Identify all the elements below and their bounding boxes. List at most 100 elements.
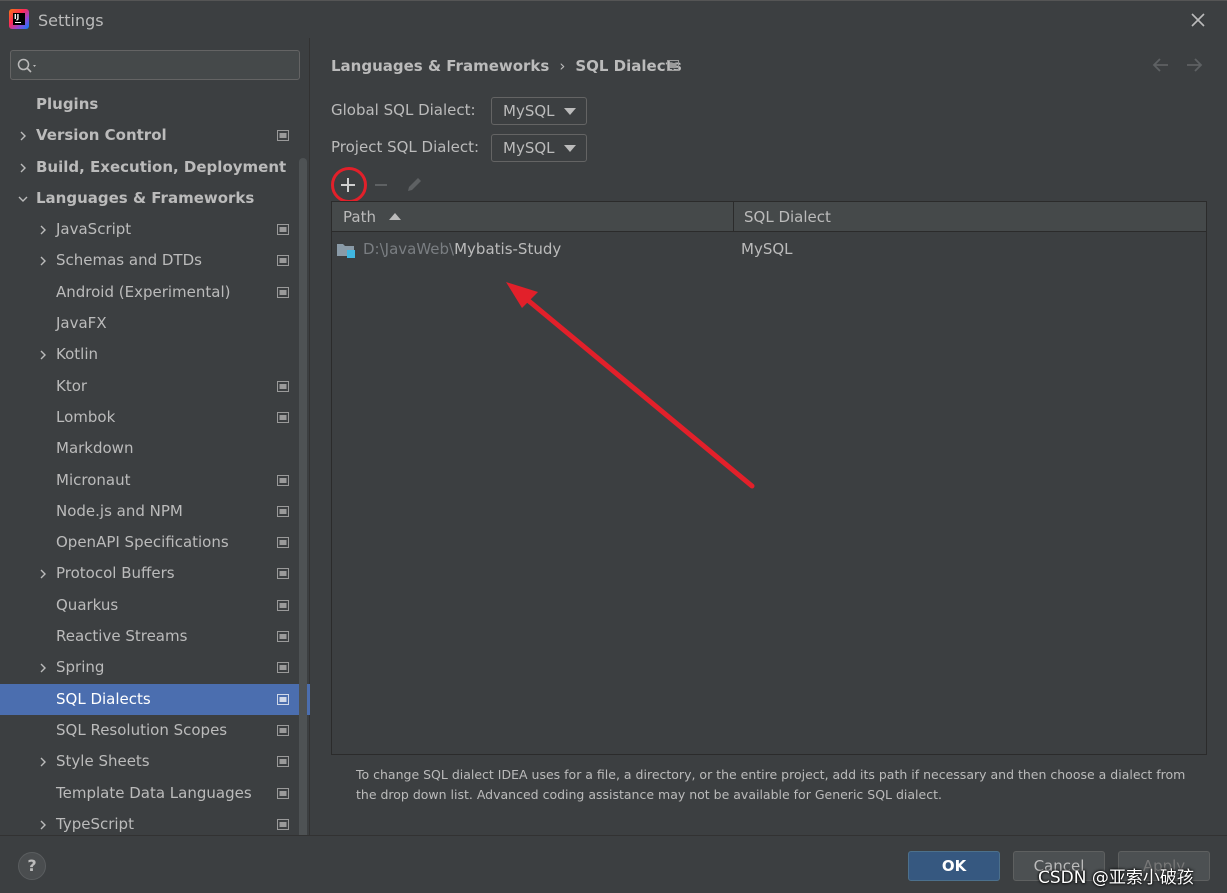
project-scope-icon bbox=[277, 818, 289, 830]
sidebar-item-label: Spring bbox=[56, 658, 105, 677]
project-scope-icon bbox=[277, 130, 289, 142]
project-dialect-select[interactable]: MySQL bbox=[491, 134, 587, 162]
sidebar-item-label: Markdown bbox=[56, 439, 134, 458]
sidebar-item-label: Protocol Buffers bbox=[56, 564, 175, 583]
breadcrumb: Languages & Frameworks › SQL Dialects bbox=[331, 57, 682, 75]
edit-pencil-icon[interactable] bbox=[403, 174, 425, 196]
sidebar-item-plugins[interactable]: Plugins bbox=[0, 89, 310, 120]
remove-icon[interactable] bbox=[372, 175, 390, 195]
sidebar-item-version-control[interactable]: Version Control bbox=[0, 120, 310, 151]
sidebar-item-languages-frameworks[interactable]: Languages & Frameworks bbox=[0, 183, 310, 214]
sidebar-item-label: Languages & Frameworks bbox=[36, 188, 255, 207]
sidebar-item-javascript[interactable]: JavaScript bbox=[0, 214, 310, 245]
add-icon[interactable] bbox=[338, 175, 358, 195]
sidebar-item-label: SQL Dialects bbox=[56, 689, 151, 708]
project-scope-icon bbox=[277, 662, 289, 674]
sidebar-item-style-sheets[interactable]: Style Sheets bbox=[0, 746, 310, 777]
project-scope-icon bbox=[277, 224, 289, 236]
chevron-down-icon[interactable] bbox=[17, 193, 29, 205]
project-scope-icon bbox=[667, 60, 679, 71]
sidebar-item-sql-dialects[interactable]: SQL Dialects bbox=[0, 683, 310, 715]
sidebar-item-label: Build, Execution, Deployment bbox=[36, 157, 287, 176]
watermark: CSDN @亚索小破孩 bbox=[1038, 868, 1194, 888]
project-scope-icon bbox=[277, 599, 289, 611]
table-row[interactable]: D:\JavaWeb\Mybatis-Study MySQL bbox=[332, 233, 1206, 265]
sidebar-item-label: Quarkus bbox=[56, 595, 119, 614]
chevron-right-icon[interactable] bbox=[37, 568, 49, 580]
sidebar-item-label: OpenAPI Specifications bbox=[56, 533, 229, 552]
settings-sidebar: Plugins Version Control Build, Execution, … bbox=[0, 38, 310, 848]
global-dialect-value: MySQL bbox=[503, 102, 555, 120]
forward-arrow-icon[interactable] bbox=[1184, 56, 1204, 74]
path-name: Mybatis-Study bbox=[454, 240, 562, 258]
help-button[interactable]: ? bbox=[18, 852, 46, 880]
sidebar-item-sql-resolution-scopes[interactable]: SQL Resolution Scopes bbox=[0, 715, 310, 746]
sidebar-item-reactive-streams[interactable]: Reactive Streams bbox=[0, 621, 310, 652]
settings-search-input[interactable] bbox=[10, 50, 300, 80]
chevron-right-icon[interactable] bbox=[37, 349, 49, 361]
project-scope-icon bbox=[277, 631, 289, 643]
sidebar-item-javafx[interactable]: JavaFX bbox=[0, 308, 310, 339]
project-scope-icon bbox=[277, 724, 289, 736]
sidebar-scrollbar[interactable] bbox=[299, 158, 307, 848]
global-dialect-select[interactable]: MySQL bbox=[491, 97, 587, 125]
sidebar-item-spring[interactable]: Spring bbox=[0, 652, 310, 683]
intellij-app-icon: IJ bbox=[9, 9, 29, 29]
global-dialect-label: Global SQL Dialect: bbox=[331, 101, 476, 119]
dialect-cell[interactable]: MySQL bbox=[741, 233, 793, 265]
chevron-down-icon bbox=[564, 145, 576, 152]
sidebar-item-lombok[interactable]: Lombok bbox=[0, 402, 310, 433]
sidebar-item-android-experimental[interactable]: Android (Experimental) bbox=[0, 277, 310, 308]
sidebar-item-label: Style Sheets bbox=[56, 752, 150, 771]
sidebar-item-label: Android (Experimental) bbox=[56, 282, 231, 301]
breadcrumb-separator: › bbox=[559, 57, 566, 75]
sidebar-item-label: Micronaut bbox=[56, 470, 131, 489]
sidebar-item-node-js-and-npm[interactable]: Node.js and NPM bbox=[0, 496, 310, 527]
sidebar-item-micronaut[interactable]: Micronaut bbox=[0, 465, 310, 496]
close-icon[interactable] bbox=[1187, 9, 1209, 31]
dialog-button-bar: ? OK Cancel Apply CSDN @亚索小破孩 bbox=[0, 835, 1227, 893]
sort-ascending-icon bbox=[388, 213, 401, 220]
sidebar-item-label: JavaFX bbox=[56, 314, 107, 333]
back-arrow-icon[interactable] bbox=[1151, 56, 1171, 74]
project-dialect-value: MySQL bbox=[503, 139, 555, 157]
sidebar-item-template-data-languages[interactable]: Template Data Languages bbox=[0, 778, 310, 809]
project-scope-icon bbox=[277, 693, 289, 705]
column-header-path[interactable]: Path bbox=[332, 202, 734, 232]
project-scope-icon bbox=[277, 505, 289, 517]
column-header-sql-dialect[interactable]: SQL Dialect bbox=[734, 202, 1206, 232]
chevron-down-icon bbox=[564, 108, 576, 115]
search-icon[interactable] bbox=[16, 57, 40, 75]
table-header: Path SQL Dialect bbox=[332, 202, 1206, 232]
project-scope-icon bbox=[277, 787, 289, 799]
sidebar-item-ktor[interactable]: Ktor bbox=[0, 371, 310, 402]
chevron-right-icon[interactable] bbox=[37, 224, 49, 236]
sidebar-item-schemas-and-dtds[interactable]: Schemas and DTDs bbox=[0, 245, 310, 276]
project-scope-icon bbox=[277, 380, 289, 392]
chevron-right-icon[interactable] bbox=[17, 130, 29, 142]
sidebar-item-kotlin[interactable]: Kotlin bbox=[0, 339, 310, 370]
project-scope-icon bbox=[277, 255, 289, 267]
sidebar-item-label: Lombok bbox=[56, 407, 116, 426]
project-scope-icon bbox=[277, 568, 289, 580]
sidebar-item-label: Kotlin bbox=[56, 345, 98, 364]
sidebar-item-openapi-specifications[interactable]: OpenAPI Specifications bbox=[0, 527, 310, 558]
sidebar-item-quarkus[interactable]: Quarkus bbox=[0, 590, 310, 621]
chevron-right-icon[interactable] bbox=[37, 662, 49, 674]
chevron-right-icon[interactable] bbox=[37, 819, 49, 831]
project-scope-icon bbox=[277, 474, 289, 486]
chevron-right-icon[interactable] bbox=[37, 255, 49, 267]
sidebar-item-label: Plugins bbox=[36, 95, 99, 113]
breadcrumb-parent[interactable]: Languages & Frameworks bbox=[331, 57, 549, 75]
sidebar-item-build-execution-deployment[interactable]: Build, Execution, Deployment bbox=[0, 152, 310, 183]
chevron-right-icon[interactable] bbox=[17, 162, 29, 174]
sidebar-item-label: JavaScript bbox=[56, 220, 132, 239]
help-hint-text: To change SQL dialect IDEA uses for a fi… bbox=[356, 767, 1186, 802]
chevron-right-icon[interactable] bbox=[37, 756, 49, 768]
table-toolbar bbox=[331, 167, 1207, 203]
title-bar: IJ Settings bbox=[0, 0, 1227, 38]
sidebar-item-protocol-buffers[interactable]: Protocol Buffers bbox=[0, 558, 310, 589]
project-scope-icon bbox=[277, 537, 289, 549]
ok-button[interactable]: OK bbox=[908, 851, 1000, 881]
sidebar-item-markdown[interactable]: Markdown bbox=[0, 433, 310, 464]
